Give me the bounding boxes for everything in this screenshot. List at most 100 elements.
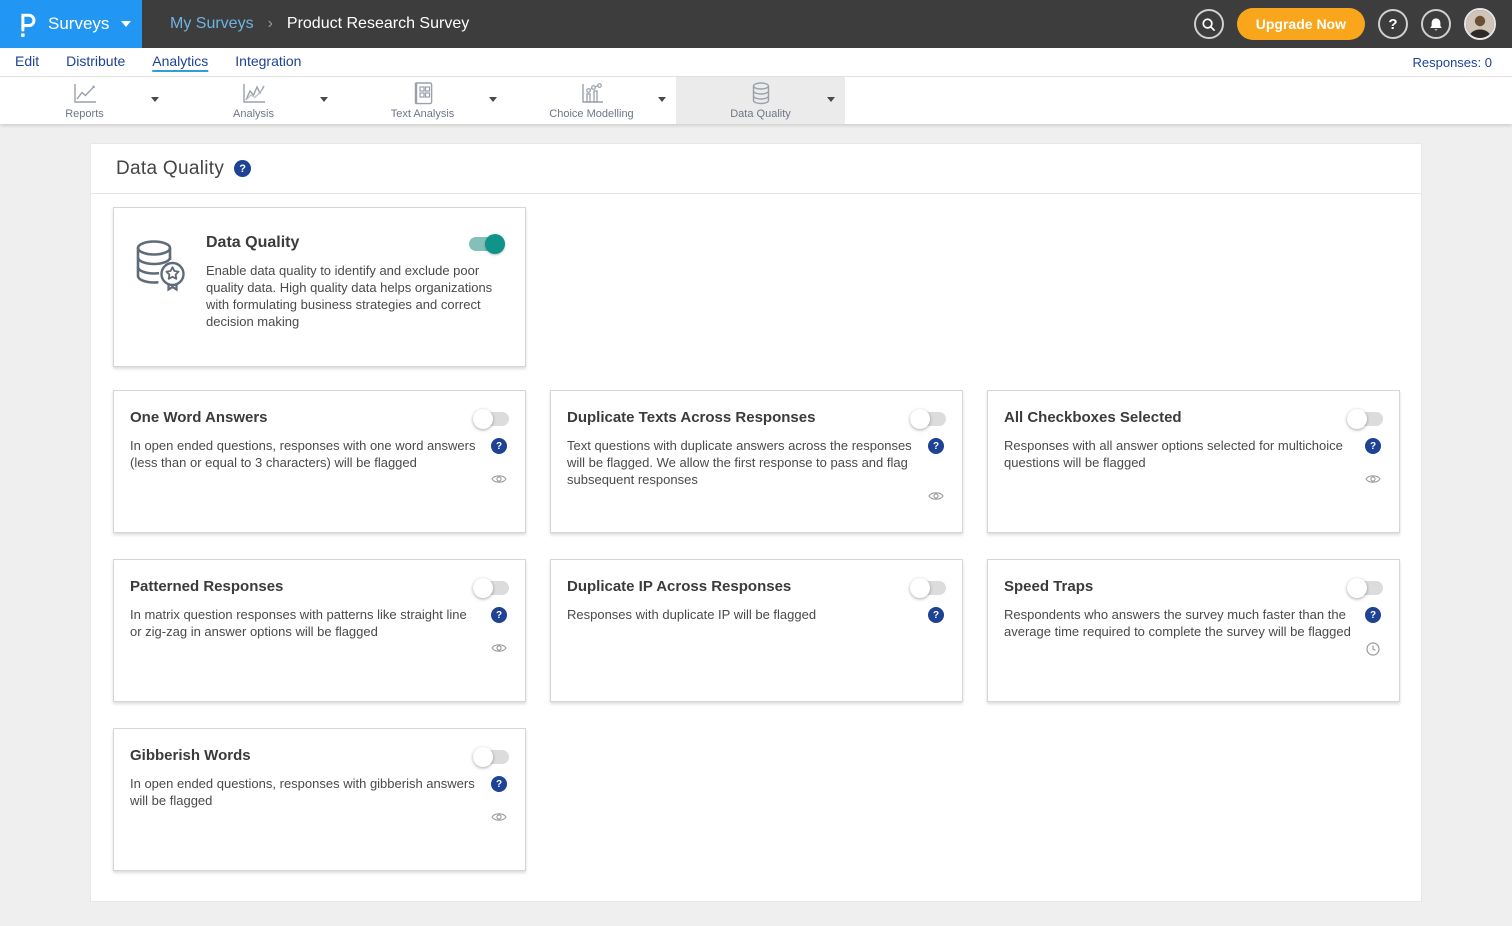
user-avatar[interactable] [1464,8,1496,40]
toolbar-label: Analysis [233,108,274,120]
survey-tab-bar: Edit Distribute Analytics Integration Re… [0,48,1512,77]
tab-edit[interactable]: Edit [15,53,39,72]
toolbar-item-analysis[interactable]: Analysis [169,77,338,124]
card-title: Speed Traps [1004,578,1093,595]
database-award-icon [130,236,188,294]
eye-icon[interactable] [928,490,944,502]
card-title: Gibberish Words [130,747,251,764]
speed-traps-toggle[interactable] [1347,581,1383,595]
eye-icon[interactable] [491,473,507,485]
card-description: In matrix question responses with patter… [130,606,489,654]
card-help-icon[interactable]: ? [928,438,944,454]
help-button[interactable]: ? [1378,9,1408,39]
responses-count[interactable]: Responses: 0 [1413,55,1493,70]
toggle-knob [910,409,930,429]
card-description: Text questions with duplicate answers ac… [567,437,926,502]
tab-integration[interactable]: Integration [235,53,301,72]
feature-description: Enable data quality to identify and excl… [206,262,494,330]
toolbar-item-reports[interactable]: Reports [0,77,169,124]
page-help-icon[interactable]: ? [234,160,251,177]
toggle-knob [1347,409,1367,429]
card-description: In open ended questions, responses with … [130,437,489,485]
gibberish-words-toggle[interactable] [473,750,509,764]
duplicate-texts-toggle[interactable] [910,412,946,426]
toggle-knob [473,747,493,767]
toolbar-item-text-analysis[interactable]: Text Analysis [338,77,507,124]
card-all-checkboxes: All Checkboxes Selected Responses with a… [987,390,1400,533]
topbar-actions: Upgrade Now ? [1194,8,1512,40]
card-description: Responses with all answer options select… [1004,437,1363,485]
avatar-image [1466,10,1494,38]
data-quality-feature-card: Data Quality Enable data quality to iden… [113,207,526,367]
document-grid-icon [412,81,434,106]
card-help-icon[interactable]: ? [491,438,507,454]
bell-icon [1429,17,1443,32]
card-title: Duplicate IP Across Responses [567,578,791,595]
analytics-toolbar: Reports Analysis Text Analysis [0,77,1512,124]
card-title: One Word Answers [130,409,268,426]
tab-distribute[interactable]: Distribute [66,53,125,72]
toggle-knob [473,578,493,598]
upgrade-now-button[interactable]: Upgrade Now [1237,8,1365,40]
eye-icon[interactable] [491,811,507,823]
toolbar-item-choice-modelling[interactable]: Choice Modelling [507,77,676,124]
page-title: Data Quality [116,158,224,180]
card-duplicate-ip: Duplicate IP Across Responses Responses … [550,559,963,702]
breadcrumb-separator-icon: › [268,15,273,33]
card-speed-traps: Speed Traps Respondents who answers the … [987,559,1400,702]
duplicate-ip-toggle[interactable] [910,581,946,595]
toolbar-label: Text Analysis [391,108,455,120]
chevron-down-icon[interactable] [827,97,835,102]
data-quality-toggle[interactable] [469,237,505,251]
chevron-down-icon[interactable] [320,97,328,102]
product-switcher[interactable]: Surveys [0,0,142,48]
eye-icon[interactable] [491,642,507,654]
breadcrumb-my-surveys[interactable]: My Surveys [170,15,254,33]
card-icon-column: ? [926,437,946,502]
toolbar-item-data-quality[interactable]: Data Quality [676,77,845,124]
chevron-down-icon[interactable] [151,97,159,102]
card-title: All Checkboxes Selected [1004,409,1182,426]
card-icon-column: ? [1363,437,1383,485]
feature-title: Data Quality [206,234,299,252]
card-help-icon[interactable]: ? [928,607,944,623]
all-checkboxes-toggle[interactable] [1347,412,1383,426]
patterned-responses-toggle[interactable] [473,581,509,595]
card-help-icon[interactable]: ? [491,776,507,792]
chevron-down-icon[interactable] [658,97,666,102]
question-mark-icon: ? [1388,16,1397,33]
notifications-button[interactable] [1421,9,1451,39]
card-description: In open ended questions, responses with … [130,775,489,823]
toggle-knob [1347,578,1367,598]
clock-icon[interactable] [1366,642,1380,656]
card-icon-column: ? [1363,606,1383,656]
breadcrumb: My Surveys › Product Research Survey [170,15,469,33]
toolbar-label: Data Quality [730,108,791,120]
area-chart-icon [241,82,267,106]
toggle-knob [473,409,493,429]
search-button[interactable] [1194,9,1224,39]
card-gibberish-words: Gibberish Words In open ended questions,… [113,728,526,871]
one-word-answers-toggle[interactable] [473,412,509,426]
card-description: Respondents who answers the survey much … [1004,606,1363,656]
search-icon [1201,17,1216,32]
card-help-icon[interactable]: ? [491,607,507,623]
feature-content: Data Quality Enable data quality to iden… [206,224,505,350]
scatter-chart-icon [579,82,605,106]
card-description: Responses with duplicate IP will be flag… [567,606,926,623]
toggle-knob [485,234,505,254]
card-help-icon[interactable]: ? [1365,438,1381,454]
toggle-knob [910,578,930,598]
tab-analytics[interactable]: Analytics [152,53,208,72]
chevron-down-icon[interactable] [489,97,497,102]
card-icon-column: ? [489,606,509,654]
line-chart-icon [72,82,98,106]
toolbar-label: Reports [65,108,104,120]
product-name: Surveys [48,14,109,34]
feature-icon-wrap [130,224,206,350]
card-help-icon[interactable]: ? [1365,607,1381,623]
card-title: Duplicate Texts Across Responses [567,409,815,426]
card-icon-column: ? [489,775,509,823]
eye-icon[interactable] [1365,473,1381,485]
toolbar-label: Choice Modelling [549,108,633,120]
